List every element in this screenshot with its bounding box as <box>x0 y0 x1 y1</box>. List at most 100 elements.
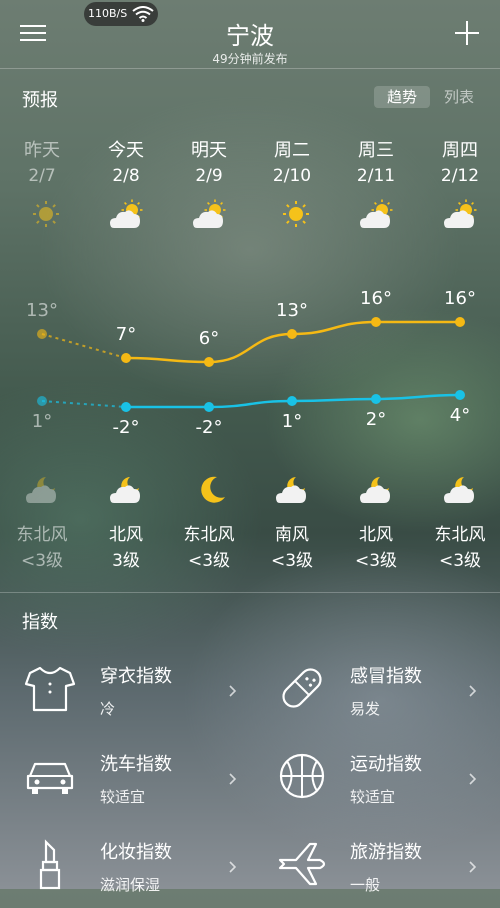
index-name: 穿衣指数 <box>100 666 172 687</box>
wind-level: <3级 <box>354 551 398 571</box>
wind-info: 北风 3级 <box>84 522 168 574</box>
index-title: 指数 <box>22 612 58 633</box>
forecast-day[interactable]: 周二 2/10 <box>250 136 334 186</box>
pill-icon <box>282 668 322 708</box>
index-value: 冷 <box>100 700 116 718</box>
chevron-right-icon <box>229 861 237 873</box>
wind-direction: 东北风 <box>434 525 486 545</box>
car-icon <box>26 762 74 794</box>
day-date: 2/12 <box>440 166 480 186</box>
low-temp-point <box>371 394 381 404</box>
wind-direction: 东北风 <box>183 525 235 545</box>
low-temp-label: -2° <box>195 417 223 438</box>
low-temp-point <box>287 396 297 406</box>
index-name: 感冒指数 <box>350 666 422 687</box>
wind-level: <3级 <box>438 551 482 571</box>
high-temp-label: 13° <box>26 300 58 321</box>
low-temp-label: 1° <box>281 411 303 432</box>
high-temp-label: 6° <box>198 328 220 349</box>
low-temp-past-line <box>41 400 127 408</box>
index-item[interactable]: 旅游指数 一般 <box>250 824 500 908</box>
moon-icon <box>201 476 225 503</box>
add-city-button[interactable] <box>452 18 482 48</box>
sun-cloud-icon <box>444 199 477 228</box>
index-item[interactable]: 感冒指数 易发 <box>250 648 500 732</box>
high-temp-point <box>455 317 465 327</box>
sun-cloud-icon <box>360 199 393 228</box>
index-text: 运动指数 较适宜 <box>350 750 422 807</box>
day-name: 周三 <box>358 140 394 161</box>
index-item[interactable]: 洗车指数 较适宜 <box>0 736 250 820</box>
wind-level: 3级 <box>112 551 140 571</box>
high-temp-label: 16° <box>444 288 476 309</box>
low-temp-label: 4° <box>449 405 471 426</box>
plane-icon <box>278 842 326 886</box>
day-name: 明天 <box>191 140 227 161</box>
forecast-day[interactable]: 今天 2/8 <box>84 136 168 186</box>
day-date: 2/10 <box>272 166 312 186</box>
chevron-right-icon <box>229 773 237 785</box>
index-name: 化妆指数 <box>100 842 172 863</box>
publish-time: 49分钟前发布 <box>212 52 288 66</box>
high-temp-label: 7° <box>115 324 137 345</box>
chevron-right-icon <box>469 861 477 873</box>
low-temp-label: -2° <box>112 417 140 438</box>
high-temp-point <box>287 329 297 339</box>
wind-level: <3级 <box>187 551 231 571</box>
temperature-trend-chart <box>37 317 465 412</box>
moon-cloud-icon <box>444 477 474 503</box>
low-temp-point <box>455 390 465 400</box>
sun-icon <box>283 201 309 227</box>
index-divider <box>0 592 500 593</box>
chevron-right-icon <box>469 685 477 697</box>
day-name: 周四 <box>442 140 478 161</box>
chevron-right-icon <box>469 773 477 785</box>
index-value: 滋润保湿 <box>100 876 161 894</box>
day-name: 周二 <box>274 140 310 161</box>
wind-direction: 北风 <box>109 525 143 545</box>
day-name: 今天 <box>108 140 144 161</box>
day-date: 2/11 <box>356 166 396 186</box>
wind-direction: 南风 <box>275 525 309 545</box>
high-temp-line <box>125 320 460 364</box>
index-value: 一般 <box>350 876 381 894</box>
wind-direction: 北风 <box>359 525 393 545</box>
wind-info: 南风 <3级 <box>250 522 334 574</box>
forecast-day[interactable]: 周三 2/11 <box>334 136 418 186</box>
city-name[interactable]: 宁波 <box>0 16 500 51</box>
index-name: 旅游指数 <box>350 842 422 863</box>
index-item[interactable]: 化妆指数 滋润保湿 <box>0 824 250 908</box>
index-text: 感冒指数 易发 <box>350 662 422 719</box>
shirt-icon <box>24 666 76 712</box>
list-view-tab[interactable]: 列表 <box>444 86 474 108</box>
moon-cloud-icon <box>360 477 390 503</box>
lipstick-icon <box>39 839 61 890</box>
index-value: 较适宜 <box>350 788 396 806</box>
ball-icon <box>279 753 325 799</box>
high-temp-label: 16° <box>360 288 392 309</box>
sun-icon <box>33 201 59 227</box>
wind-info: 北风 <3级 <box>334 522 418 574</box>
high-temp-point <box>37 329 47 339</box>
chevron-right-icon <box>229 685 237 697</box>
wind-info: 东北风 <3级 <box>418 522 500 574</box>
low-temp-label: 2° <box>365 409 387 430</box>
index-name: 运动指数 <box>350 754 422 775</box>
forecast-day[interactable]: 昨天 2/7 <box>0 136 84 186</box>
index-text: 洗车指数 较适宜 <box>100 750 172 807</box>
forecast-day[interactable]: 明天 2/9 <box>167 136 251 186</box>
high-temp-point <box>204 357 214 367</box>
sun-cloud-icon <box>110 199 143 228</box>
wind-info: 东北风 <3级 <box>167 522 251 574</box>
index-name: 洗车指数 <box>100 754 172 775</box>
forecast-day[interactable]: 周四 2/12 <box>418 136 500 186</box>
trend-view-tab[interactable]: 趋势 <box>374 86 430 108</box>
low-temp-point <box>121 402 131 412</box>
index-item[interactable]: 穿衣指数冷 <box>0 648 250 732</box>
header-divider <box>0 68 500 69</box>
index-item[interactable]: 运动指数 较适宜 <box>250 736 500 820</box>
wind-info: 东北风 <3级 <box>0 522 84 574</box>
forecast-title: 预报 <box>22 90 58 111</box>
sun-cloud-icon <box>193 199 226 228</box>
low-temp-label: 1° <box>31 411 53 432</box>
